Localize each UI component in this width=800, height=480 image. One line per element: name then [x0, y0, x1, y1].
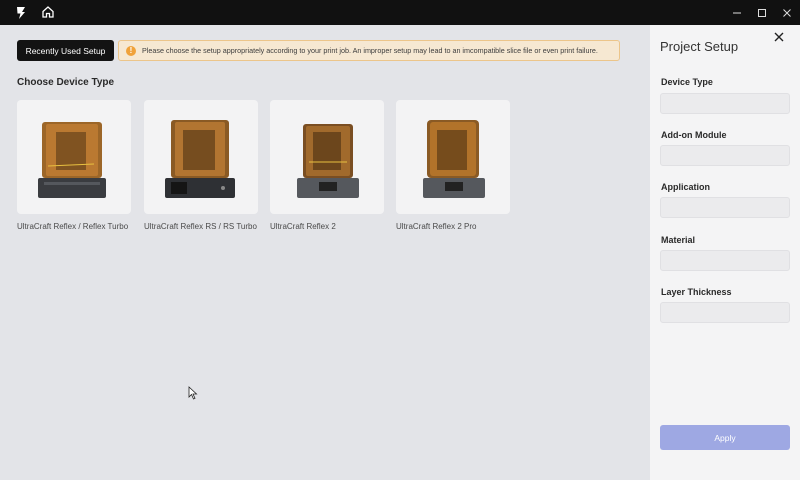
device-card[interactable] [270, 100, 384, 214]
printer-image [165, 120, 235, 198]
device-option-reflex[interactable]: UltraCraft Reflex / Reflex Turbo [17, 100, 131, 233]
warning-text: Please choose the setup appropriately ac… [142, 46, 598, 55]
panel-title: Project Setup [660, 39, 739, 54]
section-title: Choose Device Type [17, 77, 115, 88]
printer-image [297, 124, 359, 198]
device-card[interactable] [396, 100, 510, 214]
material-label: Material [661, 235, 696, 245]
device-option-reflex-2-pro[interactable]: UltraCraft Reflex 2 Pro [396, 100, 510, 233]
layer-thickness-field[interactable] [660, 302, 790, 323]
device-option-reflex-rs[interactable]: UltraCraft Reflex RS / RS Turbo [144, 100, 258, 233]
device-label: UltraCraft Reflex RS / RS Turbo [144, 222, 257, 231]
application-field[interactable] [660, 197, 790, 218]
maximize-button[interactable] [749, 0, 775, 25]
mouse-cursor-icon [188, 386, 198, 400]
add-on-module-field[interactable] [660, 145, 790, 166]
panel-close-icon[interactable] [771, 29, 787, 45]
add-on-module-label: Add-on Module [661, 130, 727, 140]
warning-icon: ! [126, 45, 136, 56]
main-area: Recently Used Setup ! Please choose the … [0, 25, 650, 480]
layer-thickness-label: Layer Thickness [661, 287, 732, 297]
warning-banner: ! Please choose the setup appropriately … [118, 40, 620, 61]
apply-button[interactable]: Apply [660, 425, 790, 450]
device-label: UltraCraft Reflex 2 Pro [396, 222, 477, 231]
printer-image [423, 120, 485, 198]
recently-used-setup-button[interactable]: Recently Used Setup [17, 40, 114, 61]
home-icon[interactable] [41, 5, 55, 19]
application-label: Application [661, 182, 710, 192]
device-label: UltraCraft Reflex / Reflex Turbo [17, 222, 129, 231]
app-logo-icon [14, 5, 28, 20]
window-close-button[interactable] [774, 0, 800, 25]
minimize-button[interactable] [724, 0, 750, 25]
device-label: UltraCraft Reflex 2 [270, 222, 336, 231]
device-option-reflex-2[interactable]: UltraCraft Reflex 2 [270, 100, 384, 233]
device-type-label: Device Type [661, 77, 713, 87]
device-card[interactable] [144, 100, 258, 214]
device-type-field[interactable] [660, 93, 790, 114]
material-field[interactable] [660, 250, 790, 271]
title-bar [0, 0, 800, 25]
printer-image [38, 122, 106, 198]
device-card[interactable] [17, 100, 131, 214]
project-setup-panel: Project Setup Device Type Add-on Module … [650, 25, 800, 480]
